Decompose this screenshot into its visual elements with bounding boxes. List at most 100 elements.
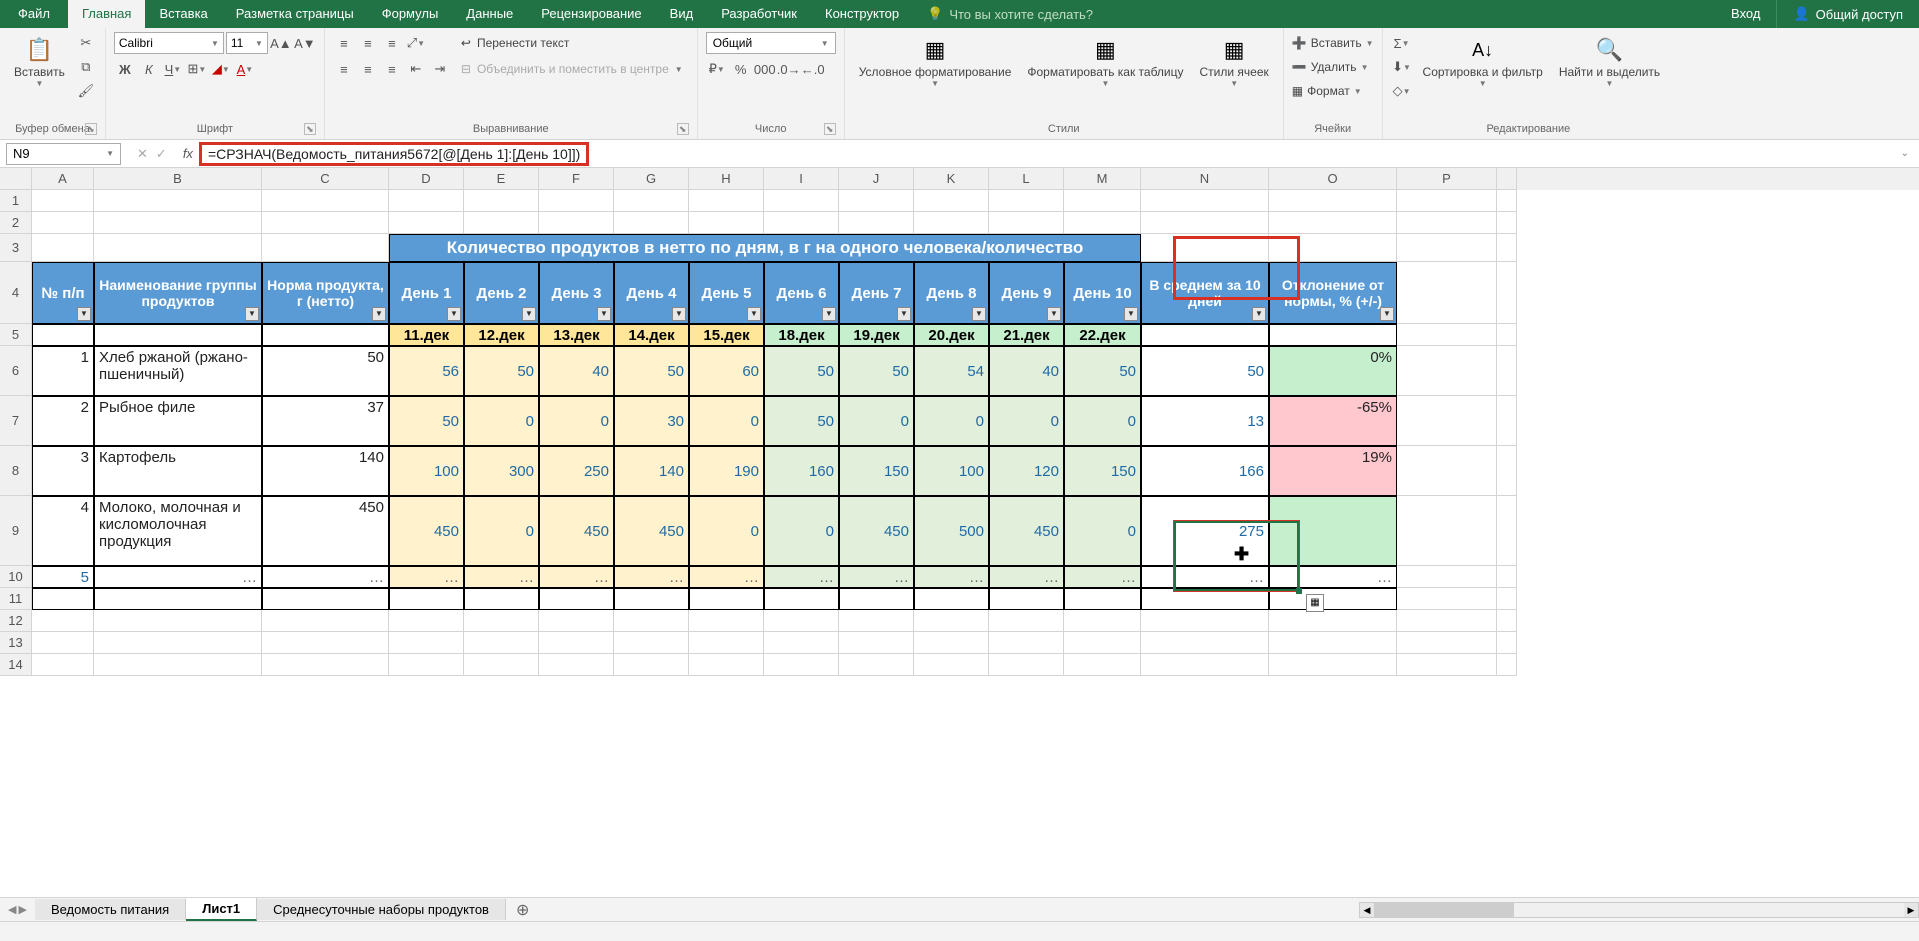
cell[interactable]: 450 [389, 496, 464, 566]
align-center-button[interactable]: ≡ [357, 58, 379, 80]
filter-button[interactable]: ▼ [897, 307, 911, 321]
cell[interactable] [1269, 496, 1397, 566]
increase-font-button[interactable]: A▲ [270, 32, 292, 54]
cell[interactable] [1269, 234, 1397, 262]
cell[interactable] [389, 610, 464, 632]
col-header[interactable]: A [32, 168, 94, 190]
table-header[interactable]: День 5▼ [689, 262, 764, 324]
cell[interactable] [689, 610, 764, 632]
cell[interactable]: 50 [614, 346, 689, 396]
cell[interactable]: 50 [464, 346, 539, 396]
tab-formulas[interactable]: Формулы [368, 0, 453, 28]
cell[interactable] [1269, 212, 1397, 234]
col-header[interactable]: N [1141, 168, 1269, 190]
format-painter-button[interactable]: 🖌 [75, 80, 97, 102]
date-header[interactable]: 21.дек [989, 324, 1064, 346]
cell[interactable] [464, 588, 539, 610]
cell[interactable] [1397, 496, 1497, 566]
sheet-nav-next[interactable]: ▶ [18, 903, 26, 916]
cell[interactable]: … [262, 566, 389, 588]
conditional-formatting-button[interactable]: ▦Условное форматирование▼ [853, 32, 1018, 90]
cell[interactable]: 150 [1064, 446, 1141, 496]
filter-button[interactable]: ▼ [597, 307, 611, 321]
row-header[interactable]: 1 [0, 190, 32, 212]
cell[interactable] [1064, 632, 1141, 654]
sheet-tab[interactable]: Ведомость питания [35, 899, 186, 920]
fill-button[interactable]: ⬇▼ [1391, 56, 1413, 78]
cell[interactable]: 40 [539, 346, 614, 396]
cell[interactable]: 56 [389, 346, 464, 396]
cell[interactable] [764, 588, 839, 610]
date-header[interactable]: 19.дек [839, 324, 914, 346]
cell[interactable]: 0 [1064, 396, 1141, 446]
cell[interactable] [839, 588, 914, 610]
cell[interactable] [464, 212, 539, 234]
cell[interactable] [989, 654, 1064, 676]
italic-button[interactable]: К [138, 58, 160, 80]
cell[interactable] [262, 190, 389, 212]
row-header[interactable]: 2 [0, 212, 32, 234]
cell[interactable] [32, 212, 94, 234]
cell[interactable] [839, 190, 914, 212]
cell[interactable]: … [94, 566, 262, 588]
align-right-button[interactable]: ≡ [381, 58, 403, 80]
align-bottom-button[interactable]: ≡ [381, 32, 403, 54]
cell[interactable] [1397, 234, 1497, 262]
cell[interactable] [94, 190, 262, 212]
cell[interactable] [914, 610, 989, 632]
cell[interactable]: 50 [839, 346, 914, 396]
cell[interactable]: Молоко, молочная и кисломолочная продукц… [94, 496, 262, 566]
cell[interactable] [262, 610, 389, 632]
date-header[interactable]: 15.дек [689, 324, 764, 346]
cell[interactable] [32, 654, 94, 676]
date-header[interactable]: 20.дек [914, 324, 989, 346]
decrease-indent-button[interactable]: ⇤ [405, 58, 427, 80]
table-header[interactable]: День 9▼ [989, 262, 1064, 324]
cell[interactable] [1497, 396, 1517, 446]
cell[interactable] [262, 654, 389, 676]
cell[interactable]: 140 [614, 446, 689, 496]
cell[interactable] [1397, 566, 1497, 588]
cell[interactable] [262, 632, 389, 654]
cell[interactable] [389, 588, 464, 610]
col-header[interactable]: E [464, 168, 539, 190]
row-header[interactable]: 5 [0, 324, 32, 346]
cell[interactable]: 450 [539, 496, 614, 566]
cell[interactable] [614, 212, 689, 234]
increase-decimal-button[interactable]: .0→ [778, 58, 800, 80]
table-header[interactable]: День 2▼ [464, 262, 539, 324]
cell[interactable] [464, 190, 539, 212]
cell[interactable] [539, 632, 614, 654]
cell[interactable] [389, 212, 464, 234]
cell[interactable] [94, 610, 262, 632]
tab-data[interactable]: Данные [452, 0, 527, 28]
cell[interactable] [764, 610, 839, 632]
col-header[interactable]: I [764, 168, 839, 190]
cell[interactable]: … [1269, 566, 1397, 588]
autosum-button[interactable]: Σ▼ [1391, 32, 1413, 54]
row-header[interactable]: 9 [0, 496, 32, 566]
filter-button[interactable]: ▼ [447, 307, 461, 321]
sheet-tab[interactable]: Среднесуточные наборы продуктов [257, 899, 506, 920]
cell[interactable] [1141, 610, 1269, 632]
cell[interactable]: 30 [614, 396, 689, 446]
table-header[interactable]: Наименование группы продуктов▼ [94, 262, 262, 324]
cell[interactable] [1497, 566, 1517, 588]
cell[interactable] [389, 632, 464, 654]
row-header[interactable]: 11 [0, 588, 32, 610]
cell[interactable] [464, 610, 539, 632]
cell[interactable] [389, 654, 464, 676]
cell[interactable]: 5 [32, 566, 94, 588]
comma-button[interactable]: 000 [754, 58, 776, 80]
cell[interactable]: 60 [689, 346, 764, 396]
cell[interactable] [1141, 212, 1269, 234]
filter-button[interactable]: ▼ [77, 307, 91, 321]
copy-button[interactable]: ⧉ [75, 56, 97, 78]
sign-in-button[interactable]: Вход [1715, 0, 1776, 28]
cell[interactable] [689, 588, 764, 610]
cell[interactable]: 19% [1269, 446, 1397, 496]
cell[interactable]: … [539, 566, 614, 588]
cell[interactable] [839, 654, 914, 676]
expand-formula-bar[interactable]: ⌄ [1891, 148, 1919, 159]
cell[interactable] [262, 234, 389, 262]
